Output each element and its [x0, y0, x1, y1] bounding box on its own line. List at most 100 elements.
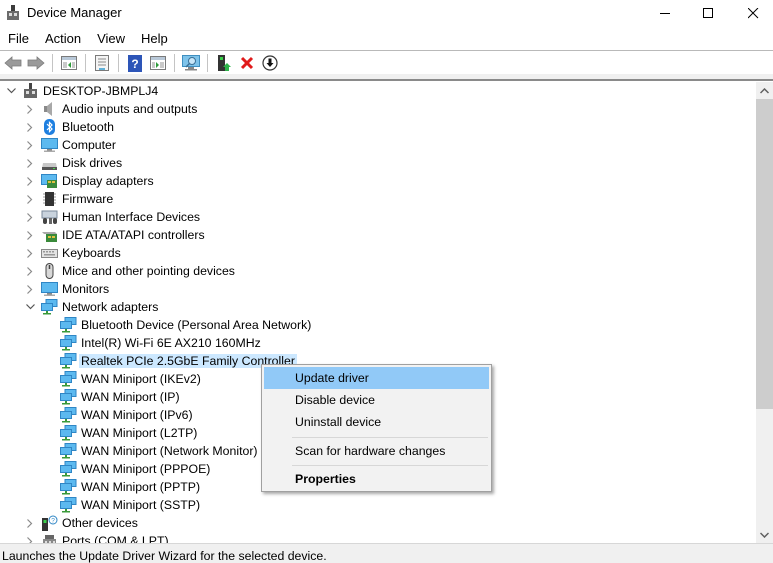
help-icon: ?	[128, 54, 142, 72]
scan-monitor-icon	[182, 55, 200, 71]
network-adapter-icon	[60, 353, 77, 369]
chevron-right-icon[interactable]	[24, 154, 36, 172]
chevron-down-icon[interactable]	[24, 298, 36, 316]
tree-category[interactable]: Computer	[0, 136, 300, 154]
unknown-device-icon: ?	[42, 515, 58, 531]
tree-category[interactable]: Mice and other pointing devices	[0, 262, 300, 280]
menu-separator	[292, 437, 488, 438]
scroll-up-button[interactable]	[756, 82, 773, 99]
tree-category[interactable]: IDE ATA/ATAPI controllers	[0, 226, 300, 244]
toolbar-separator	[207, 54, 208, 72]
properties-sheet-icon	[95, 55, 109, 71]
chevron-down-icon[interactable]	[5, 82, 17, 100]
toolbar-separator	[52, 54, 53, 72]
update-driver-button[interactable]	[213, 52, 235, 74]
forward-button[interactable]	[25, 52, 47, 74]
category-label: Audio inputs and outputs	[62, 102, 198, 116]
update-driver-icon	[218, 54, 231, 71]
device-manager-icon	[7, 5, 19, 20]
category-label: Human Interface Devices	[62, 210, 201, 224]
disable-device-button[interactable]	[259, 52, 281, 74]
menu-file[interactable]: File	[0, 29, 37, 49]
close-button[interactable]	[730, 0, 773, 27]
tree-category[interactable]: Disk drives	[0, 154, 300, 172]
tree-category[interactable]: Display adapters	[0, 172, 300, 190]
adapter-label: Bluetooth Device (Personal Area Network)	[81, 318, 312, 332]
tree-category[interactable]: Firmware	[0, 190, 300, 208]
vertical-scrollbar[interactable]	[756, 82, 773, 543]
scroll-thumb[interactable]	[756, 99, 773, 409]
controller-card-icon	[42, 232, 57, 242]
category-label: Computer	[62, 138, 116, 152]
display-adapter-icon	[41, 174, 57, 188]
chevron-right-icon[interactable]	[24, 514, 36, 532]
menu-view[interactable]: View	[89, 29, 133, 49]
network-adapter-icon	[60, 389, 77, 405]
adapter-label: WAN Miniport (PPPOE)	[81, 462, 211, 476]
chevron-right-icon[interactable]	[24, 262, 36, 280]
menu-item-uninstall-device[interactable]: Uninstall device	[264, 411, 489, 433]
menu-item-properties[interactable]: Properties	[264, 468, 489, 490]
menu-item-scan-hardware[interactable]: Scan for hardware changes	[264, 440, 489, 462]
toolbar-separator	[174, 54, 175, 72]
chevron-right-icon[interactable]	[24, 532, 36, 543]
category-label: Firmware	[62, 192, 114, 206]
network-adapter-icon	[60, 407, 77, 423]
menu-help[interactable]: Help	[133, 29, 176, 49]
chevron-right-icon[interactable]	[24, 136, 36, 154]
toolbar-separator	[85, 54, 86, 72]
category-label: Network adapters	[62, 300, 159, 314]
network-adapter-icon	[60, 425, 77, 441]
network-icon	[41, 299, 58, 315]
show-hide-console-tree-button[interactable]	[58, 52, 80, 74]
back-button[interactable]	[2, 52, 24, 74]
network-adapter-item[interactable]: WAN Miniport (SSTP)	[0, 496, 320, 514]
chevron-down-icon	[760, 531, 769, 538]
minimize-button[interactable]	[642, 0, 688, 27]
scan-hardware-button[interactable]	[180, 52, 202, 74]
chevron-right-icon[interactable]	[24, 172, 36, 190]
network-adapter-item[interactable]: Bluetooth Device (Personal Area Network)	[0, 316, 320, 334]
chevron-right-icon[interactable]	[24, 226, 36, 244]
tree-category[interactable]: Monitors	[0, 280, 300, 298]
help-button[interactable]: ?	[124, 52, 146, 74]
port-icon	[43, 535, 56, 543]
hid-icon	[41, 210, 58, 224]
root-label: DESKTOP-JBMPLJ4	[43, 84, 159, 98]
uninstall-device-button[interactable]	[236, 52, 258, 74]
tree-category[interactable]: Keyboards	[0, 244, 300, 262]
network-adapter-item[interactable]: Intel(R) Wi-Fi 6E AX210 160MHz	[0, 334, 320, 352]
status-bar: Launches the Update Driver Wizard for th…	[0, 543, 773, 563]
tree-category[interactable]: Human Interface Devices	[0, 208, 300, 226]
status-text: Launches the Update Driver Wizard for th…	[2, 549, 327, 563]
tree-category[interactable]: Network adapters	[0, 298, 300, 316]
tree-category[interactable]: Bluetooth	[0, 118, 300, 136]
tree-category[interactable]: Audio inputs and outputs	[0, 100, 300, 118]
tree-root[interactable]: DESKTOP-JBMPLJ4	[0, 82, 300, 100]
tree-category[interactable]: Ports (COM & LPT)	[0, 532, 300, 543]
menu-action[interactable]: Action	[37, 29, 89, 49]
maximize-icon	[702, 8, 713, 18]
chevron-right-icon[interactable]	[24, 280, 36, 298]
scroll-down-button[interactable]	[756, 526, 773, 543]
show-hide-action-pane-button[interactable]	[147, 52, 169, 74]
chevron-right-icon[interactable]	[24, 208, 36, 226]
adapter-label: WAN Miniport (Network Monitor)	[81, 444, 258, 458]
chevron-right-icon[interactable]	[24, 244, 36, 262]
window-title: Device Manager	[27, 5, 122, 20]
menu-separator	[292, 465, 488, 466]
red-x-icon	[240, 56, 254, 70]
chevron-right-icon[interactable]	[24, 190, 36, 208]
category-label: Mice and other pointing devices	[62, 264, 235, 278]
properties-button[interactable]	[91, 52, 113, 74]
network-adapter-icon	[60, 497, 77, 513]
chevron-right-icon[interactable]	[24, 118, 36, 136]
tree-category[interactable]: ? Other devices	[0, 514, 300, 532]
network-adapter-icon	[60, 371, 77, 387]
menu-item-update-driver[interactable]: Update driver	[264, 367, 489, 389]
menu-item-disable-device[interactable]: Disable device	[264, 389, 489, 411]
category-label: Bluetooth	[62, 120, 114, 134]
maximize-button[interactable]	[685, 0, 731, 27]
chevron-right-icon[interactable]	[24, 100, 36, 118]
computer-tower-icon	[24, 83, 37, 98]
